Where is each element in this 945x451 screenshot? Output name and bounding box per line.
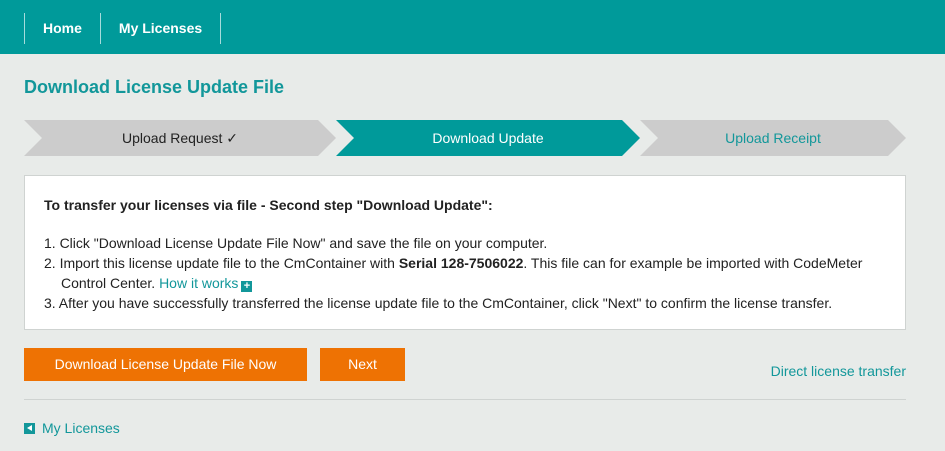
instruction-step-2-prefix: 2. Import this license update file to th… xyxy=(44,255,399,271)
how-it-works-link[interactable]: How it works + xyxy=(159,275,253,292)
direct-license-transfer-link[interactable]: Direct license transfer xyxy=(771,363,906,379)
instruction-step-2: 2. Import this license update file to th… xyxy=(44,253,894,293)
download-license-update-button[interactable]: Download License Update File Now xyxy=(24,348,307,381)
back-to-my-licenses-link[interactable]: My Licenses xyxy=(24,420,120,436)
back-link-label[interactable]: My Licenses xyxy=(42,420,120,436)
plus-icon[interactable]: + xyxy=(241,281,253,292)
step-upload-request-label: Upload Request ✓ xyxy=(121,130,239,146)
next-button[interactable]: Next xyxy=(320,348,405,381)
how-it-works-label[interactable]: How it works xyxy=(159,275,238,291)
container-serial: Serial 128-7506022 xyxy=(398,255,524,271)
step-upload-request: Upload Request ✓ xyxy=(24,120,336,156)
progress-steps: Upload Request ✓ Download Update Upload … xyxy=(24,120,906,156)
nav-home[interactable]: Home xyxy=(24,13,100,44)
divider xyxy=(24,399,906,400)
step-upload-receipt: Upload Receipt xyxy=(640,120,906,156)
instruction-step-1: 1. Click "Download License Update File N… xyxy=(44,235,548,251)
arrow-left-icon[interactable] xyxy=(24,422,35,434)
instructions-list: 1. Click "Download License Update File N… xyxy=(44,233,894,313)
main-nav: Home My Licenses xyxy=(24,13,222,44)
page-title: Download License Update File xyxy=(24,77,285,97)
step-upload-receipt-label: Upload Receipt xyxy=(725,130,821,146)
top-navigation-bar: Home My Licenses xyxy=(0,0,945,54)
instruction-step-3: 3. After you have successfully transferr… xyxy=(44,295,833,311)
step-download-update-label: Download Update xyxy=(432,130,544,146)
instructions-heading: To transfer your licenses via file - Sec… xyxy=(44,197,493,213)
instructions-panel: To transfer your licenses via file - Sec… xyxy=(24,175,906,330)
step-download-update: Download Update xyxy=(336,120,640,156)
nav-my-licenses[interactable]: My Licenses xyxy=(99,13,222,44)
